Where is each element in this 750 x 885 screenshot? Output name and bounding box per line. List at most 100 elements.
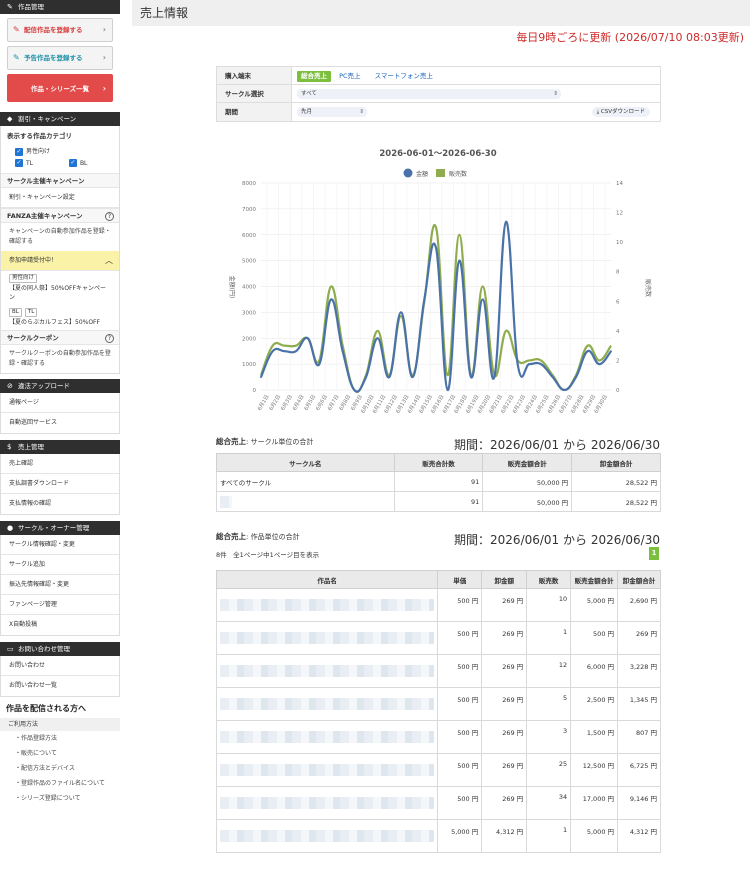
pencil-icon: ✎ bbox=[7, 3, 13, 11]
csv-download-button[interactable]: ⤓ CSVダウンロード bbox=[591, 107, 650, 117]
discount-settings-link[interactable]: 割引・キャンペーン設定 bbox=[1, 188, 119, 208]
tab-pc-sales[interactable]: PC売上 bbox=[339, 72, 360, 80]
bank-info-link[interactable]: 振込先情報確認・変更 bbox=[1, 575, 119, 595]
data-point-amount bbox=[388, 376, 391, 378]
accepting-banner[interactable]: 参加申請受付中！ ︿ bbox=[1, 251, 119, 271]
inquiry-list-link[interactable]: お問い合わせ一覧 bbox=[1, 676, 119, 696]
work-name-redacted[interactable] bbox=[215, 720, 439, 754]
summary-title-rest: : サークル単位の合計 bbox=[246, 438, 314, 446]
sales-check-link[interactable]: 売上確認 bbox=[1, 454, 119, 474]
register-work-button[interactable]: ✎ 配信作品を登録する › bbox=[7, 18, 113, 42]
tag-bl: BL bbox=[9, 308, 22, 317]
cell-count: 3 bbox=[526, 720, 572, 754]
circle-info-link[interactable]: サークル情報確認・変更 bbox=[1, 535, 119, 555]
guide-link-filenames[interactable]: ・登録作品のファイル名について bbox=[0, 776, 120, 791]
circle-select[interactable]: すべて ⇕ bbox=[297, 89, 561, 99]
user-icon: ● bbox=[7, 524, 14, 532]
y-axis-label: 金額(円) bbox=[228, 276, 236, 299]
guide-link-sales[interactable]: ・販売について bbox=[0, 746, 120, 761]
wholesale-amount: 28,522 円 bbox=[571, 491, 661, 512]
coupon-title: サークルクーポン ? bbox=[1, 330, 119, 345]
category-male-checkbox[interactable]: ✓ 男性向け bbox=[1, 144, 119, 157]
y-tick-label: 8000 bbox=[242, 181, 256, 187]
page-button-1[interactable]: 1 bbox=[649, 547, 659, 560]
circle-name: すべてのサークル bbox=[216, 471, 395, 492]
payment-info-link[interactable]: 支払情報の確認 bbox=[1, 494, 119, 514]
download-icon: ⤓ bbox=[596, 109, 600, 115]
question-icon[interactable]: ? bbox=[105, 334, 114, 343]
coupon-desc[interactable]: サークルクーポンの自動参加作品を登録・確認する bbox=[1, 345, 119, 373]
cell-count: 1 bbox=[526, 621, 572, 655]
work-name-redacted[interactable] bbox=[215, 753, 439, 787]
work-name-redacted[interactable] bbox=[215, 819, 439, 853]
category-tl-checkbox[interactable]: ✓ TL bbox=[15, 159, 33, 167]
circle-section: サークル情報確認・変更 サークル追加 振込先情報確認・変更 ファンページ管理 X… bbox=[0, 535, 120, 636]
summary-title: 総合売上: サークル単位の合計 bbox=[216, 436, 313, 447]
cell-price: 500 円 bbox=[437, 654, 483, 688]
guide-link-register[interactable]: ・作品登録方法 bbox=[0, 731, 120, 746]
y-tick-label: 3000 bbox=[242, 310, 256, 316]
guide-link-devices[interactable]: ・配信方法とデバイス bbox=[0, 761, 120, 776]
work-name-redacted[interactable] bbox=[215, 621, 439, 655]
data-point-amount bbox=[353, 389, 356, 391]
category-bl-label: BL bbox=[79, 159, 88, 167]
campaign-item-summer-love[interactable]: 【夏のらぶカルフェス】50%OFF bbox=[1, 317, 119, 330]
data-point-amount bbox=[330, 298, 332, 301]
fanza-campaign-desc[interactable]: キャンペーンの自動参加作品を登録・確認する bbox=[1, 223, 119, 251]
chart-title: 2026-06-01〜2026-06-30 bbox=[379, 149, 496, 159]
page-title: 売上情報 bbox=[132, 0, 750, 26]
sidebar: ✎ 作品管理 ✎ 配信作品を登録する › ✎ 予告作品を登録する › 作品・シリ… bbox=[0, 0, 120, 885]
chat-icon: ▭ bbox=[7, 645, 14, 653]
accepting-label: 参加申請受付中！ bbox=[9, 257, 58, 264]
check-icon: ✓ bbox=[15, 147, 23, 156]
cell-wholesale: 269 円 bbox=[481, 786, 528, 820]
dollar-icon: $ bbox=[7, 443, 12, 451]
period-select[interactable]: 先月 ⇕ bbox=[297, 107, 367, 117]
data-point-amount bbox=[365, 376, 367, 378]
tab-total-sales[interactable]: 総合売上 bbox=[297, 71, 331, 82]
y-tick-label: 7000 bbox=[242, 207, 256, 213]
y-tick-label: 1000 bbox=[242, 362, 256, 368]
device-label: 購入端末 bbox=[217, 67, 292, 84]
cell-count: 10 bbox=[526, 588, 572, 622]
cell-wholesale: 269 円 bbox=[481, 654, 528, 688]
inquiry-section-header: ▭ お問い合わせ管理 bbox=[0, 642, 120, 656]
fanpage-link[interactable]: ファンページ管理 bbox=[1, 595, 119, 615]
cell-wholesale: 4,312 円 bbox=[481, 819, 528, 853]
csv-download-label: CSVダウンロード bbox=[600, 109, 645, 115]
data-point-amount bbox=[551, 376, 554, 378]
y-tick-label: 0 bbox=[253, 388, 257, 394]
works-list-button[interactable]: 作品・シリーズ一覧 › bbox=[7, 74, 113, 102]
data-point-amount bbox=[505, 220, 507, 223]
cell-sales-total: 17,000 円 bbox=[570, 786, 619, 820]
chevron-updown-icon: ⇕ bbox=[359, 109, 364, 115]
works-section-title: 作品管理 bbox=[18, 3, 44, 11]
work-name-redacted[interactable] bbox=[215, 786, 439, 820]
circle-campaign-label: サークル主催キャンペーン bbox=[7, 177, 85, 185]
sales-chart: 2026-06-01〜2026-06-30 金額 販売数 0 1000 2000 30… bbox=[228, 149, 652, 415]
redacted-text bbox=[220, 698, 435, 710]
payment-record-download-link[interactable]: 支払調書ダウンロード bbox=[1, 474, 119, 494]
cell-sales-total: 2,500 円 bbox=[570, 687, 619, 721]
works-period: 期間：2026/06/01 から 2026/06/30 bbox=[454, 533, 660, 547]
wholesale-amount: 28,522 円 bbox=[571, 471, 661, 492]
y2-tick-label: 4 bbox=[616, 329, 620, 335]
campaign-item-summer-doujin[interactable]: 【夏の同人祭】50%OFFキャンペーン bbox=[1, 283, 119, 305]
x-auto-post-link[interactable]: X自動投稿 bbox=[1, 615, 119, 635]
campaign-section-title: 割引・キャンペーン bbox=[18, 115, 77, 123]
work-name-redacted[interactable] bbox=[215, 588, 439, 622]
chevron-updown-icon: ⇕ bbox=[553, 91, 558, 97]
circle-add-link[interactable]: サークル追加 bbox=[1, 555, 119, 575]
work-name-redacted[interactable] bbox=[215, 654, 439, 688]
guide-link-series[interactable]: ・シリーズ登録について bbox=[0, 791, 120, 806]
category-bl-checkbox[interactable]: ✓ BL bbox=[68, 159, 88, 167]
inquiry-link[interactable]: お問い合わせ bbox=[1, 656, 119, 676]
auto-patrol-link[interactable]: 自動巡回サービス bbox=[1, 413, 119, 433]
report-page-link[interactable]: 通報ページ bbox=[1, 393, 119, 413]
cell-price: 500 円 bbox=[437, 588, 483, 622]
work-name-redacted[interactable] bbox=[215, 687, 439, 721]
question-icon[interactable]: ? bbox=[105, 212, 114, 221]
summary-header-row: サークル名 販売合計数 販売金額合計 卸金額合計 bbox=[216, 453, 661, 472]
register-preorder-button[interactable]: ✎ 予告作品を登録する › bbox=[7, 46, 113, 70]
tab-smartphone-sales[interactable]: スマートフォン売上 bbox=[375, 72, 433, 80]
